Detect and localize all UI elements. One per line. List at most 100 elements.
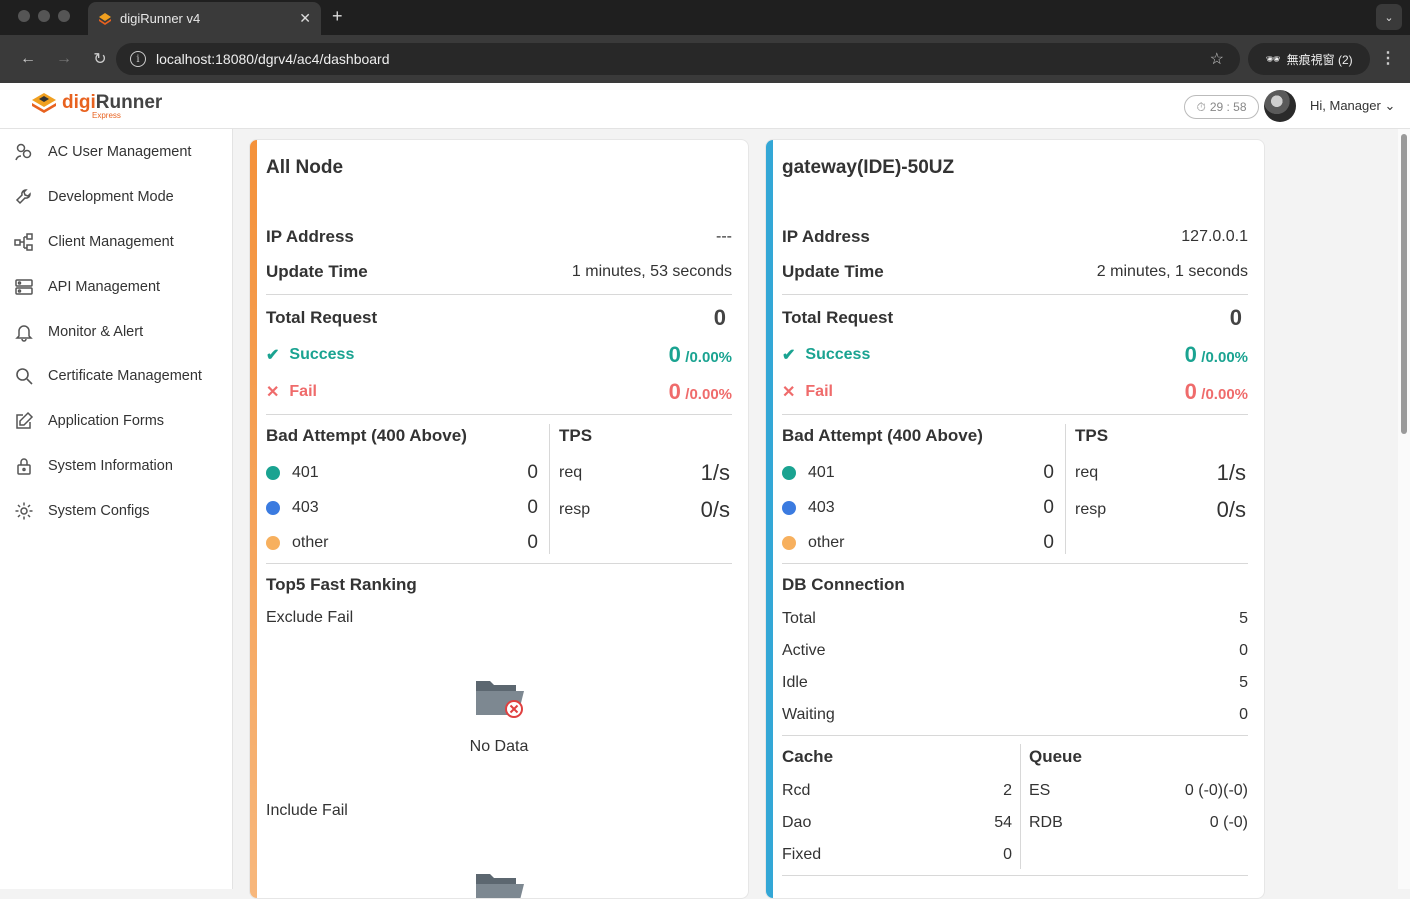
tps-req-value: 1/s (1216, 460, 1246, 485)
sidebar-item-label: Client Management (48, 233, 174, 250)
sidebar-item-system-information[interactable]: System Information (0, 444, 232, 489)
x-icon: ✕ (266, 384, 280, 401)
db-row: Idle 5 (782, 674, 1248, 692)
sidebar-item-monitor-alert[interactable]: Monitor & Alert (0, 309, 232, 354)
ip-label: IP Address (266, 227, 354, 246)
tab-close-icon[interactable]: ✕ (299, 10, 311, 27)
fail-pct: /0.00% (685, 386, 732, 403)
tps-req-label: req (1075, 464, 1099, 481)
update-value: 2 minutes, 1 seconds (1096, 263, 1248, 280)
bell-icon (15, 324, 33, 342)
user-menu[interactable]: Hi, Manager ⌄ (1310, 98, 1395, 114)
digirunner-logo-icon (32, 93, 56, 113)
cache-row: Fixed 0 (782, 846, 1012, 864)
network-icon (14, 233, 33, 251)
card-accent-bar (250, 140, 257, 898)
top5-title: Top5 Fast Ranking (266, 575, 417, 594)
minimize-window-dot[interactable] (38, 10, 50, 22)
db-row: Active 0 (782, 642, 1248, 660)
tps-resp-value: 0/s (1216, 497, 1246, 522)
bad-value: 0 (527, 497, 538, 518)
cache-label: Dao (782, 814, 812, 831)
include-fail-label: Include Fail (266, 802, 348, 819)
scrollbar-thumb[interactable] (1401, 134, 1407, 434)
users-icon (15, 144, 32, 161)
bad-value: 0 (1043, 497, 1054, 518)
tab-title: digiRunner v4 (120, 11, 201, 26)
success-row: ✔ Success 0 /0.00% (782, 342, 1248, 368)
db-label: Total (782, 610, 816, 627)
tab-search-chevron-icon[interactable]: ⌄ (1376, 4, 1402, 30)
bad-row-other: other 0 (782, 532, 1054, 554)
edit-icon (16, 412, 34, 429)
success-label: Success (289, 346, 355, 363)
db-row: Total 5 (782, 610, 1248, 628)
bad-row-403: 403 0 (782, 497, 1054, 519)
divider (266, 414, 732, 415)
sidebar-item-label: API Management (48, 278, 161, 295)
sidebar: AC User Management Development Mode Clie… (0, 129, 233, 889)
cache-value: 2 (1003, 782, 1012, 799)
divider (782, 294, 1248, 295)
app-header: digiRunner Express ⏱ 29 : 58 Hi, Manager… (0, 83, 1410, 129)
db-connection-title: DB Connection (782, 575, 905, 594)
success-label-group: ✔ Success (266, 345, 354, 365)
tps-resp-row: resp 0/s (559, 497, 730, 523)
browser-menu-icon[interactable]: ⋮ (1380, 48, 1396, 68)
cache-label: Fixed (782, 846, 822, 863)
bad-label: 401 (808, 464, 835, 481)
site-info-icon[interactable]: i (130, 51, 146, 67)
success-label-group: ✔ Success (782, 345, 870, 365)
sidebar-item-label: AC User Management (48, 144, 192, 161)
gateway-card: gateway(IDE)-50UZ IP Address 127.0.0.1 U… (765, 139, 1265, 899)
reload-icon[interactable]: ↻ (82, 49, 118, 69)
avatar[interactable] (1264, 90, 1296, 122)
forward-icon[interactable]: → (46, 50, 82, 68)
bad-value: 0 (1043, 462, 1054, 483)
window-controls[interactable] (18, 10, 70, 22)
url-field[interactable]: i localhost:18080/dgrv4/ac4/dashboard ☆ (116, 43, 1240, 75)
tps-resp-row: resp 0/s (1075, 497, 1246, 523)
db-label: Idle (782, 674, 808, 691)
fail-pct: /0.00% (1201, 386, 1248, 403)
db-label: Active (782, 642, 826, 659)
bad-label: 403 (808, 499, 835, 516)
incognito-indicator[interactable]: 🕶 無痕視窗 (2) (1248, 43, 1370, 75)
bad-label: other (808, 534, 845, 551)
sidebar-item-system-configs[interactable]: System Configs (0, 488, 232, 533)
page-scrollbar[interactable] (1398, 129, 1410, 889)
divider (266, 563, 732, 564)
update-row: Update Time 1 minutes, 53 seconds (266, 262, 732, 282)
queue-value: 0 (-0) (1209, 814, 1248, 831)
db-label: Waiting (782, 706, 835, 723)
ip-label: IP Address (782, 227, 870, 246)
sidebar-item-ac-user-management[interactable]: AC User Management (0, 130, 232, 175)
sidebar-item-application-forms[interactable]: Application Forms (0, 399, 232, 444)
card-accent-bar (766, 140, 773, 898)
tps-resp-value: 0/s (700, 497, 730, 522)
new-tab-icon[interactable]: + (332, 6, 343, 27)
close-window-dot[interactable] (18, 10, 30, 22)
maximize-window-dot[interactable] (58, 10, 70, 22)
success-row: ✔ Success 0 /0.00% (266, 342, 732, 368)
sidebar-item-api-management[interactable]: API Management (0, 264, 232, 309)
back-icon[interactable]: ← (10, 50, 46, 68)
gear-icon (15, 502, 33, 520)
sidebar-item-client-management[interactable]: Client Management (0, 220, 232, 265)
sidebar-item-certificate-management[interactable]: Certificate Management (0, 354, 232, 399)
legend-dot-401 (266, 465, 280, 480)
tps-req-row: req 1/s (559, 460, 730, 486)
success-value-group: 0 /0.00% (1185, 342, 1248, 368)
bad-row-401: 401 0 (266, 462, 538, 484)
browser-tab[interactable]: digiRunner v4 ✕ (88, 2, 321, 35)
bad-row-401: 401 0 (782, 462, 1054, 484)
digirunner-favicon-icon (99, 12, 111, 25)
bookmark-star-icon[interactable]: ☆ (1210, 49, 1224, 69)
bad-label: 403 (292, 499, 319, 516)
legend-dot-other (266, 535, 280, 550)
legend-dot-other (782, 535, 796, 550)
vertical-divider (1065, 424, 1066, 554)
queue-row: ES 0 (-0)(-0) (1029, 782, 1248, 800)
update-row: Update Time 2 minutes, 1 seconds (782, 262, 1248, 282)
sidebar-item-development-mode[interactable]: Development Mode (0, 175, 232, 220)
